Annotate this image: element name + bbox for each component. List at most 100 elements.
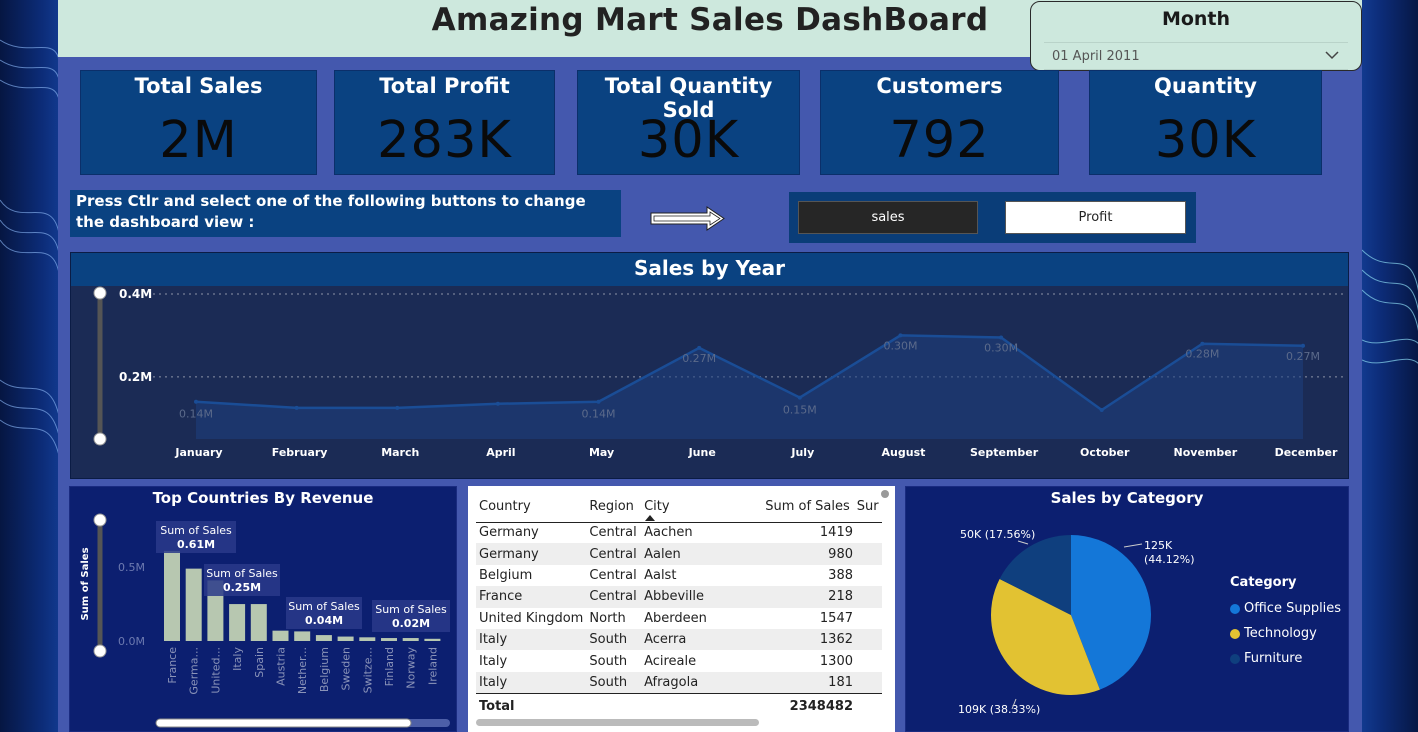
x-tick-label: May (589, 446, 614, 459)
bar[interactable] (381, 638, 397, 641)
range-slider-handle-bottom[interactable] (93, 644, 107, 658)
data-point[interactable] (294, 405, 299, 410)
background-wave-right (1362, 0, 1418, 732)
kpi-value: 30K (1154, 111, 1257, 170)
x-tick-label: France (166, 647, 179, 684)
background-wave-left (0, 0, 60, 732)
data-point[interactable] (596, 399, 601, 404)
bar[interactable] (424, 638, 441, 641)
kpi-total-sales: Total Sales 2M (80, 70, 317, 175)
x-tick-label: Finland (383, 647, 396, 686)
data-point[interactable] (1099, 408, 1104, 412)
bar[interactable] (164, 550, 180, 641)
wave-pattern-icon (0, 39, 60, 461)
total-label: Total (476, 692, 743, 720)
x-tick-label: Belgium (318, 647, 331, 692)
table-cell: Afragola (641, 671, 743, 694)
month-dropdown-value: 01 April 2011 (1052, 49, 1140, 64)
column-header-region[interactable]: Region (586, 492, 642, 523)
y-tick-label: 0.2M (119, 370, 152, 384)
bar[interactable] (402, 638, 419, 641)
bar[interactable] (229, 604, 246, 641)
table-cell: United Kingdom (479, 610, 584, 626)
table-cell: Central (589, 567, 637, 583)
x-tick-label: Sweden (340, 647, 353, 690)
profit-button[interactable]: Profit (1005, 201, 1186, 234)
table-row[interactable]: Italy South Acerra 1362 (476, 628, 882, 651)
x-tick-label: Ireland (426, 647, 439, 685)
tooltip-label: Sum of Sales (288, 600, 360, 613)
x-tick-label: Nether... (296, 647, 309, 694)
table-row[interactable]: United Kingdom North Aberdeen 1547 (476, 608, 882, 629)
data-point[interactable] (1200, 341, 1205, 346)
table-row[interactable]: Italy South Afragola 181 (476, 671, 882, 694)
table-cell: 181 (742, 671, 882, 694)
horizontal-scrollbar-thumb[interactable] (476, 719, 759, 726)
kpi-label: Total Profit (379, 74, 510, 98)
legend-item-office-supplies[interactable]: Office Supplies (1230, 596, 1341, 621)
sales-button[interactable]: sales (798, 201, 978, 234)
x-tick-label: Spain (253, 647, 266, 678)
table-cell: North (589, 610, 626, 626)
table-row[interactable]: Belgium Central Aalst 388 (476, 565, 882, 586)
vertical-scrollbar-thumb[interactable] (881, 490, 889, 498)
table-row[interactable]: Germany Central Aalen 980 (476, 543, 882, 565)
data-point[interactable] (999, 335, 1004, 340)
bar[interactable] (250, 604, 267, 641)
data-point[interactable] (697, 345, 702, 350)
bar[interactable] (185, 568, 202, 641)
table-cell: South (586, 628, 642, 651)
table-cell: Central (586, 586, 642, 608)
bar[interactable] (272, 630, 289, 641)
sales-table-grid: Country Region City Sum of Sales Sur Ger… (476, 492, 882, 720)
table-row[interactable]: France Central Abbeville 218 (476, 586, 882, 608)
kpi-value: 792 (889, 111, 990, 170)
month-dropdown[interactable]: 01 April 2011 (1044, 42, 1348, 70)
data-point[interactable] (395, 405, 400, 410)
total-value: 2348482 (742, 692, 882, 720)
legend-item-furniture[interactable]: Furniture (1230, 646, 1341, 671)
data-label: 0.14M (179, 408, 213, 421)
bar[interactable] (294, 631, 311, 641)
data-label: 0.28M (1185, 348, 1219, 361)
chevron-down-icon[interactable] (1324, 47, 1340, 63)
data-point[interactable] (495, 401, 500, 406)
legend-label: Technology (1244, 626, 1317, 641)
data-point[interactable] (898, 333, 903, 338)
range-slider-handle-top[interactable] (93, 286, 107, 300)
top-countries-chart: Top Countries By Revenue Sum of Sales 0.5… (69, 486, 457, 732)
range-slider-handle-top[interactable] (93, 513, 107, 527)
data-point[interactable] (797, 395, 802, 400)
column-header-sum-of-sales[interactable]: Sum of Sales (742, 492, 854, 523)
data-point[interactable] (1301, 343, 1305, 348)
sales-by-category-chart: Sales by Category 125K (44.12%) 109K (38.3… (905, 486, 1349, 732)
table-row[interactable]: Italy South Acireale 1300 (476, 650, 882, 671)
y-tick-label: 0.0M (118, 635, 145, 648)
x-tick-label: March (381, 446, 419, 459)
legend-dot (1230, 603, 1240, 614)
table-cell: 1547 (819, 610, 853, 626)
kpi-label: Customers (876, 74, 1003, 98)
bar[interactable] (315, 635, 332, 641)
table-cell: Italy (476, 628, 587, 651)
column-header-city[interactable]: City (641, 492, 743, 523)
data-point[interactable] (194, 399, 198, 404)
table-cell: Aberdeen (644, 610, 707, 626)
sales-by-year-plot: 0.4M 0.2M 0.14M January February March April 0.… (93, 286, 1343, 459)
month-slicer[interactable]: Month 01 April 2011 (1030, 1, 1362, 71)
bar[interactable] (359, 637, 376, 641)
horizontal-scrollbar-thumb[interactable] (155, 718, 412, 728)
tooltip-label: Sum of Sales (375, 603, 447, 616)
column-header-sum-more[interactable]: Sur (853, 492, 882, 523)
table-cell: Aalen (641, 543, 743, 565)
bar[interactable] (337, 636, 354, 641)
range-slider-handle-bottom[interactable] (93, 432, 107, 446)
x-tick-label: January (174, 446, 222, 459)
table-row[interactable]: Germany Central Aachen 1419 (476, 522, 882, 543)
column-header-country[interactable]: Country (476, 492, 587, 523)
table-cell: Germany (479, 525, 539, 541)
table-cell: 1300 (819, 653, 853, 669)
legend-item-technology[interactable]: Technology (1230, 621, 1341, 646)
view-toggle-panel: sales Profit (789, 192, 1196, 243)
leader-line (1017, 540, 1029, 545)
